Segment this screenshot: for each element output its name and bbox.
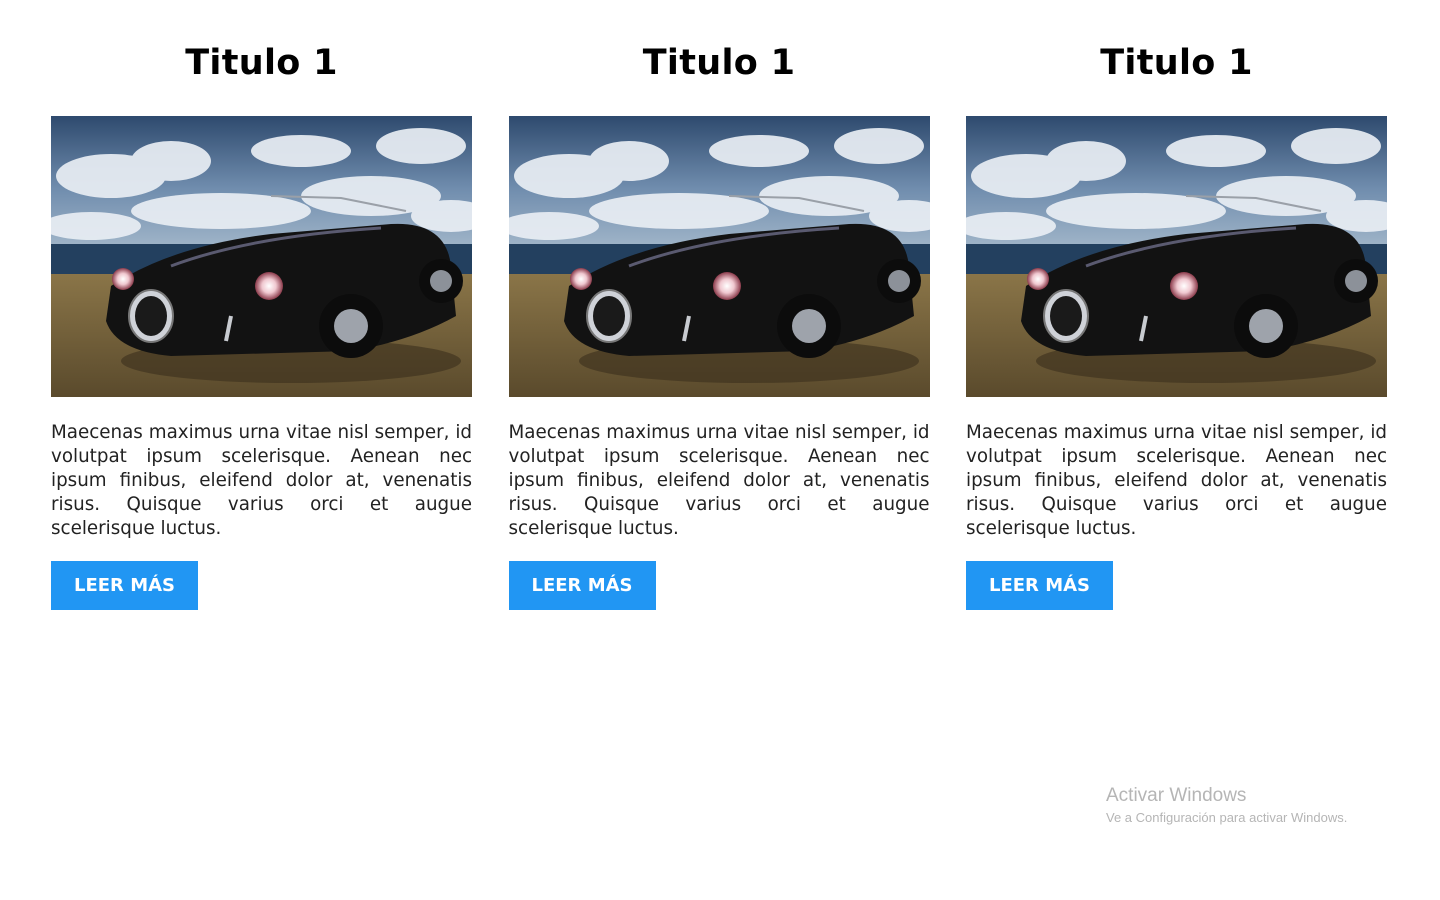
card-title: Titulo 1 (185, 43, 338, 83)
card-description: Maecenas maximus urna vitae nisl semper,… (51, 422, 472, 539)
card-1: Titulo 1 Maecenas maximus urna vitae nis… (51, 0, 472, 610)
watermark-title: Activar Windows (1106, 785, 1247, 806)
car-image (966, 116, 1387, 397)
read-more-button[interactable]: LEER MÁS (51, 561, 198, 610)
car-image (51, 116, 472, 397)
car-image (508, 116, 930, 397)
card-description: Maecenas maximus urna vitae nisl semper,… (966, 422, 1387, 539)
car-photo-illustration (508, 116, 930, 397)
card-title: Titulo 1 (1100, 43, 1253, 83)
read-more-button[interactable]: LEER MÁS (508, 561, 656, 610)
windows-activation-watermark: Activar Windows Ve a Configuración para … (1106, 784, 1347, 828)
card-description: Maecenas maximus urna vitae nisl semper,… (508, 422, 930, 539)
car-photo-illustration (966, 116, 1387, 397)
car-photo-illustration (51, 116, 472, 397)
card-3: Titulo 1 Maecenas maximus urna vitae nis… (966, 0, 1387, 610)
card-2: Titulo 1 Maecenas maximus urna vitae nis… (508, 0, 930, 610)
card-title: Titulo 1 (642, 43, 796, 83)
read-more-button[interactable]: LEER MÁS (966, 561, 1113, 610)
watermark-subtitle: Ve a Configuración para activar Windows. (1106, 810, 1348, 825)
cards-row: Titulo 1 Maecenas maximus urna vitae nis… (51, 0, 1387, 610)
